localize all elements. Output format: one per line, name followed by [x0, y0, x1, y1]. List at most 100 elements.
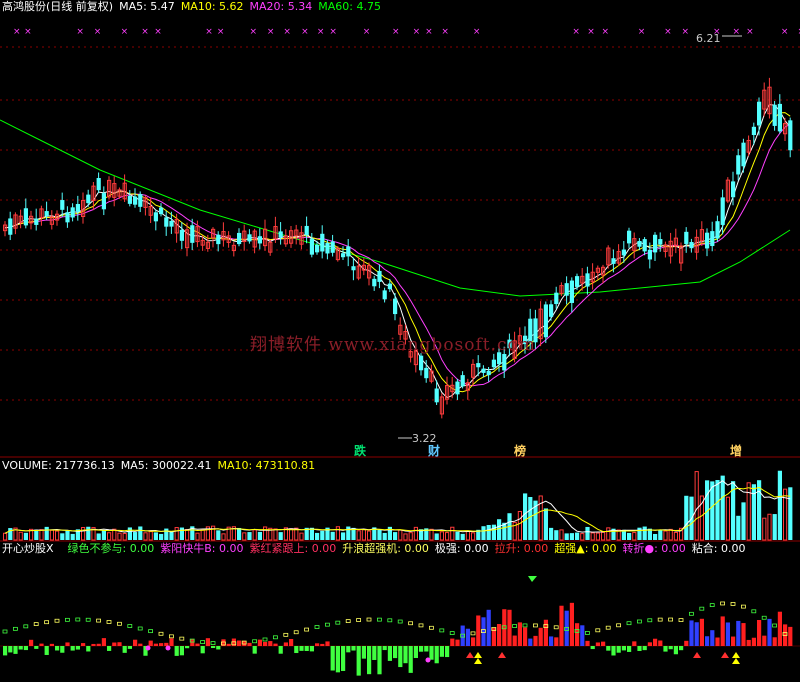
candle-body [731, 181, 736, 198]
volume-bar [585, 526, 590, 540]
price-header: 高鸿股份(日线 前复权) MA5: 5.47 MA10: 5.62 MA20: 5.3… [2, 0, 387, 14]
indicator-bar [528, 638, 533, 646]
volume-bar [65, 530, 70, 540]
candle-body [382, 290, 387, 300]
price-panel[interactable]: ×××××××××××××××××××××××××××××××× 高鸿股份(日线… [0, 0, 800, 458]
trend-marker [293, 630, 299, 635]
trend-marker [65, 617, 70, 622]
indicator-bar [445, 646, 450, 658]
indicator-bar [242, 641, 247, 646]
indicator-panel[interactable]: 开心炒股X 绿色不参与: 0.00 紫阳快牛B: 0.00 紫红紧跟上: 0.00 升浪… [0, 542, 800, 682]
trend-marker [533, 623, 538, 628]
candle-body [486, 370, 491, 376]
signal-cross: × [141, 27, 149, 37]
signal-tag: 增 [730, 444, 743, 458]
volume-bar [429, 528, 434, 541]
volume-bar [523, 493, 528, 540]
trend-marker [324, 622, 330, 627]
indicator-bar [367, 646, 372, 675]
indicator-bar [65, 642, 70, 646]
indicator-bar [731, 636, 736, 646]
volume-bar [746, 482, 751, 541]
volume-bar [23, 532, 28, 540]
candle-body [75, 203, 80, 212]
trend-marker [376, 617, 382, 622]
volume-bar [101, 530, 106, 540]
volume-bar [195, 532, 200, 541]
indicator-bar [653, 638, 658, 646]
volume-bar [153, 532, 158, 540]
volume-bar [455, 531, 460, 540]
trend-marker [408, 621, 414, 626]
indicator-bar [169, 638, 174, 646]
indicator-bar [304, 646, 309, 651]
indicator-bar [751, 637, 756, 646]
volume-bar [96, 533, 101, 540]
indicator-bar [694, 622, 699, 646]
indicator-bar [179, 646, 184, 656]
volume-bar [398, 529, 403, 541]
indicator-bar [273, 643, 278, 646]
candlestick-chart[interactable]: ×××××××××××××××××××××××××××××××× [0, 0, 800, 458]
candle-body [8, 218, 13, 235]
candle-body [309, 238, 314, 255]
indicator-bar [387, 646, 392, 661]
indicator-bar [720, 616, 725, 646]
volume-bar [408, 532, 413, 541]
candle-body [720, 197, 725, 225]
volume-bar [403, 533, 408, 541]
volume-bar [595, 532, 600, 541]
candle-body [325, 243, 330, 254]
volume-bar [138, 526, 143, 540]
indicator-bar [309, 646, 314, 652]
volume-bar [627, 532, 632, 540]
indicator-bar [424, 646, 429, 652]
candle-body [346, 246, 351, 257]
candle-body [502, 354, 507, 371]
indicator-bar [211, 646, 216, 649]
volume-bar [528, 497, 533, 540]
signal-cross: × [121, 27, 129, 37]
candle-body [575, 276, 580, 287]
indicator-bar [632, 641, 637, 646]
signal-cross: × [587, 27, 595, 37]
indicator-bar [455, 639, 460, 646]
up-arrow-icon [693, 652, 701, 658]
indicator-item: 拉升: 0.00 [494, 542, 549, 555]
volume-panel[interactable]: VOLUME: 217736.13 MA5: 300022.41 MA10: 473… [0, 458, 800, 542]
indicator-bar [117, 642, 122, 646]
candle-body [86, 194, 91, 204]
indicator-bar [580, 625, 585, 646]
volume-bar [367, 530, 372, 541]
trend-marker [179, 636, 185, 641]
volume-bar [767, 513, 772, 541]
candle-body [455, 381, 460, 395]
signal-cross: × [473, 27, 481, 37]
up-arrow-icon [474, 652, 482, 658]
indicator-bar [710, 630, 715, 646]
indicator-bar [606, 646, 611, 651]
indicator-bar [263, 641, 268, 646]
volume-bar [3, 532, 8, 541]
volume-bar [122, 532, 127, 541]
candle-body [658, 239, 663, 245]
indicator-bar [715, 637, 720, 646]
volume-bar [673, 531, 678, 541]
volume-ma10-readout: MA10: 473110.81 [217, 459, 316, 472]
ma20-readout: MA20: 5.34 [249, 0, 313, 13]
trend-marker [595, 628, 601, 633]
candle-body [777, 103, 782, 132]
candle-body [751, 126, 756, 136]
indicator-bar [268, 641, 273, 646]
indicator-item: 升浪超强机: 0.00 [342, 542, 429, 555]
indicator-bar [476, 615, 481, 646]
indicator-chart[interactable] [0, 542, 800, 682]
indicator-bar [736, 620, 741, 646]
indicator-bar [153, 643, 158, 646]
volume-bar [762, 517, 767, 541]
trend-marker [366, 617, 372, 622]
volume-bar [393, 532, 398, 540]
indicator-bar [294, 646, 299, 654]
indicator-bar [668, 646, 673, 650]
indicator-bar [325, 641, 330, 646]
